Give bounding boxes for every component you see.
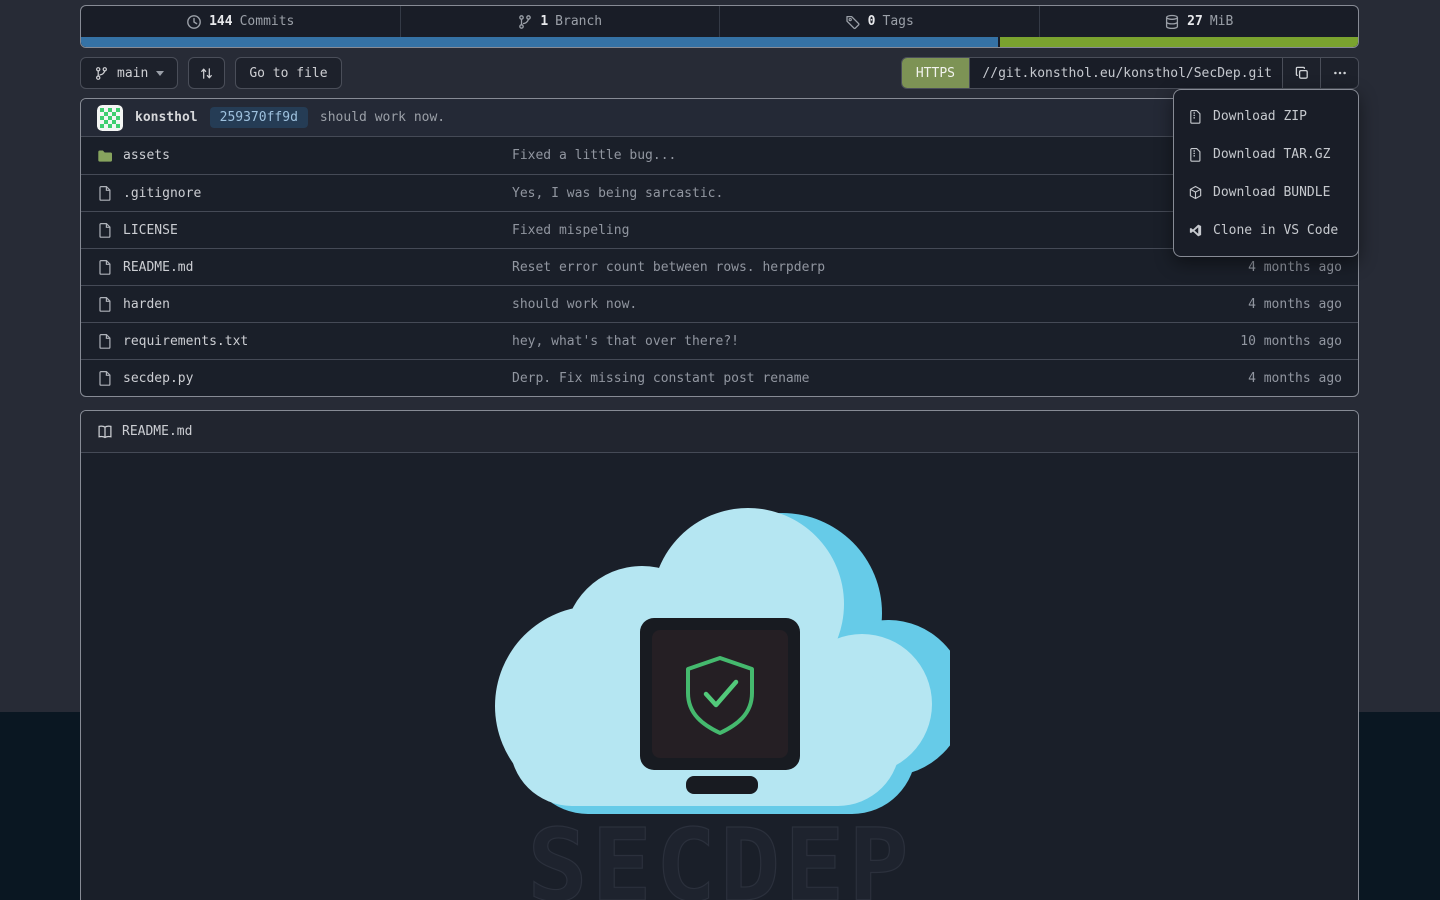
readme-body: SECDEP <box>81 453 1358 900</box>
https-protocol-button[interactable]: HTTPS <box>902 58 969 88</box>
language-bar[interactable] <box>81 37 1358 47</box>
branch-icon <box>94 66 109 81</box>
identicon-avatar <box>97 105 123 131</box>
readme-section: README.md SEC <box>80 410 1359 900</box>
repo-size-stat[interactable]: 27 MiB <box>1039 6 1359 37</box>
repo-page: 144 Commits 1 Branch 0 Tags <box>0 0 1440 900</box>
https-label: HTTPS <box>916 66 955 81</box>
file-row: harden should work now. 4 months ago <box>81 285 1358 322</box>
file-row: assets Fixed a little bug... <box>81 137 1358 174</box>
file-commit-message[interactable]: hey, what's that over there?! <box>512 334 739 349</box>
menu-item-download-targz[interactable]: Download TAR.GZ <box>1174 135 1358 173</box>
branches-count: 1 <box>540 14 548 29</box>
zip-file-icon <box>1188 109 1203 124</box>
branches-stat[interactable]: 1 Branch <box>400 6 720 37</box>
file-icon <box>97 370 113 386</box>
latest-commit-row: konsthol 259370ff9d should work now. <box>81 99 1358 137</box>
copy-url-button[interactable] <box>1282 58 1320 88</box>
menu-item-download-zip[interactable]: Download ZIP <box>1174 97 1358 135</box>
vscode-icon <box>1188 223 1203 238</box>
branch-selector-button[interactable]: main <box>80 57 178 89</box>
menu-item-label: Download ZIP <box>1213 109 1307 124</box>
secdep-wordmark: SECDEP <box>527 807 912 900</box>
file-row: LICENSE Fixed mispeling <box>81 211 1358 248</box>
commit-author[interactable]: konsthol <box>135 110 198 125</box>
branch-name: main <box>117 66 148 81</box>
file-icon <box>97 259 113 275</box>
avatar[interactable] <box>97 105 123 131</box>
file-commit-message[interactable]: Fixed a little bug... <box>512 148 676 163</box>
commits-count: 144 <box>209 14 232 29</box>
repo-stats-box: 144 Commits 1 Branch 0 Tags <box>80 5 1359 48</box>
file-name[interactable]: secdep.py <box>123 371 193 386</box>
menu-item-download-bundle[interactable]: Download BUNDLE <box>1174 173 1358 211</box>
file-commit-message[interactable]: Fixed mispeling <box>512 223 629 238</box>
file-row: README.md Reset error count between rows… <box>81 248 1358 285</box>
menu-item-label: Download TAR.GZ <box>1213 147 1330 162</box>
file-name[interactable]: requirements.txt <box>123 334 248 349</box>
repo-size-value: 27 <box>1187 14 1203 29</box>
file-icon <box>97 185 113 201</box>
tags-count: 0 <box>868 14 876 29</box>
clone-more-menu-button[interactable] <box>1320 58 1358 88</box>
file-row: requirements.txt hey, what's that over t… <box>81 322 1358 359</box>
file-row: .gitignore Yes, I was being sarcastic. <box>81 174 1358 211</box>
kebab-dots-icon <box>1332 65 1348 81</box>
file-commit-message[interactable]: should work now. <box>512 297 637 312</box>
language-segment-green <box>1000 37 1358 47</box>
package-cube-icon <box>1188 185 1203 200</box>
clone-panel: HTTPS <box>901 57 1359 89</box>
chevron-down-icon <box>156 71 164 76</box>
menu-item-clone-vscode[interactable]: Clone in VS Code <box>1174 211 1358 249</box>
compare-button[interactable] <box>188 57 225 89</box>
database-icon <box>1164 14 1180 30</box>
language-segment-python <box>81 37 998 47</box>
compare-icon <box>199 66 214 81</box>
file-icon <box>97 296 113 312</box>
file-commit-date: 10 months ago <box>1152 334 1342 349</box>
file-commit-message[interactable]: Yes, I was being sarcastic. <box>512 186 723 201</box>
commit-hash-badge[interactable]: 259370ff9d <box>210 107 308 128</box>
clone-dropdown-menu: Download ZIP Download TAR.GZ Download BU… <box>1173 89 1359 257</box>
file-name[interactable]: assets <box>123 148 170 163</box>
file-commit-date: 4 months ago <box>1152 297 1342 312</box>
copy-icon <box>1294 65 1310 81</box>
readme-header[interactable]: README.md <box>81 411 1358 453</box>
branch-icon <box>517 14 533 30</box>
menu-item-label: Download BUNDLE <box>1213 185 1330 200</box>
repo-toolbar: main Go to file HTTPS <box>80 57 1359 89</box>
commits-stat[interactable]: 144 Commits <box>81 6 400 37</box>
book-icon <box>97 424 113 440</box>
go-to-file-label: Go to file <box>249 66 327 81</box>
zip-file-icon <box>1188 147 1203 162</box>
tag-icon <box>845 14 861 30</box>
tags-stat[interactable]: 0 Tags <box>719 6 1039 37</box>
file-icon <box>97 333 113 349</box>
repo-size-label: MiB <box>1210 14 1233 29</box>
commits-label: Commits <box>240 14 295 29</box>
file-name[interactable]: .gitignore <box>123 186 201 201</box>
file-commit-date: 4 months ago <box>1152 371 1342 386</box>
file-name[interactable]: README.md <box>123 260 193 275</box>
commit-message[interactable]: should work now. <box>320 110 445 125</box>
go-to-file-button[interactable]: Go to file <box>235 57 341 89</box>
file-commit-message[interactable]: Derp. Fix missing constant post rename <box>512 371 809 386</box>
secdep-logo-image: SECDEP <box>490 508 950 900</box>
repo-stats-row: 144 Commits 1 Branch 0 Tags <box>81 6 1358 37</box>
file-commit-date: 4 months ago <box>1152 260 1342 275</box>
clone-url-input[interactable] <box>969 58 1282 88</box>
file-table: konsthol 259370ff9d should work now. ass… <box>80 98 1359 397</box>
file-name[interactable]: LICENSE <box>123 223 178 238</box>
tags-label: Tags <box>883 14 914 29</box>
file-row: secdep.py Derp. Fix missing constant pos… <box>81 359 1358 396</box>
file-icon <box>97 222 113 238</box>
folder-icon <box>97 148 113 164</box>
readme-title: README.md <box>122 424 192 439</box>
clock-history-icon <box>186 14 202 30</box>
file-name[interactable]: harden <box>123 297 170 312</box>
branches-label: Branch <box>555 14 602 29</box>
menu-item-label: Clone in VS Code <box>1213 223 1338 238</box>
file-commit-message[interactable]: Reset error count between rows. herpderp <box>512 260 825 275</box>
